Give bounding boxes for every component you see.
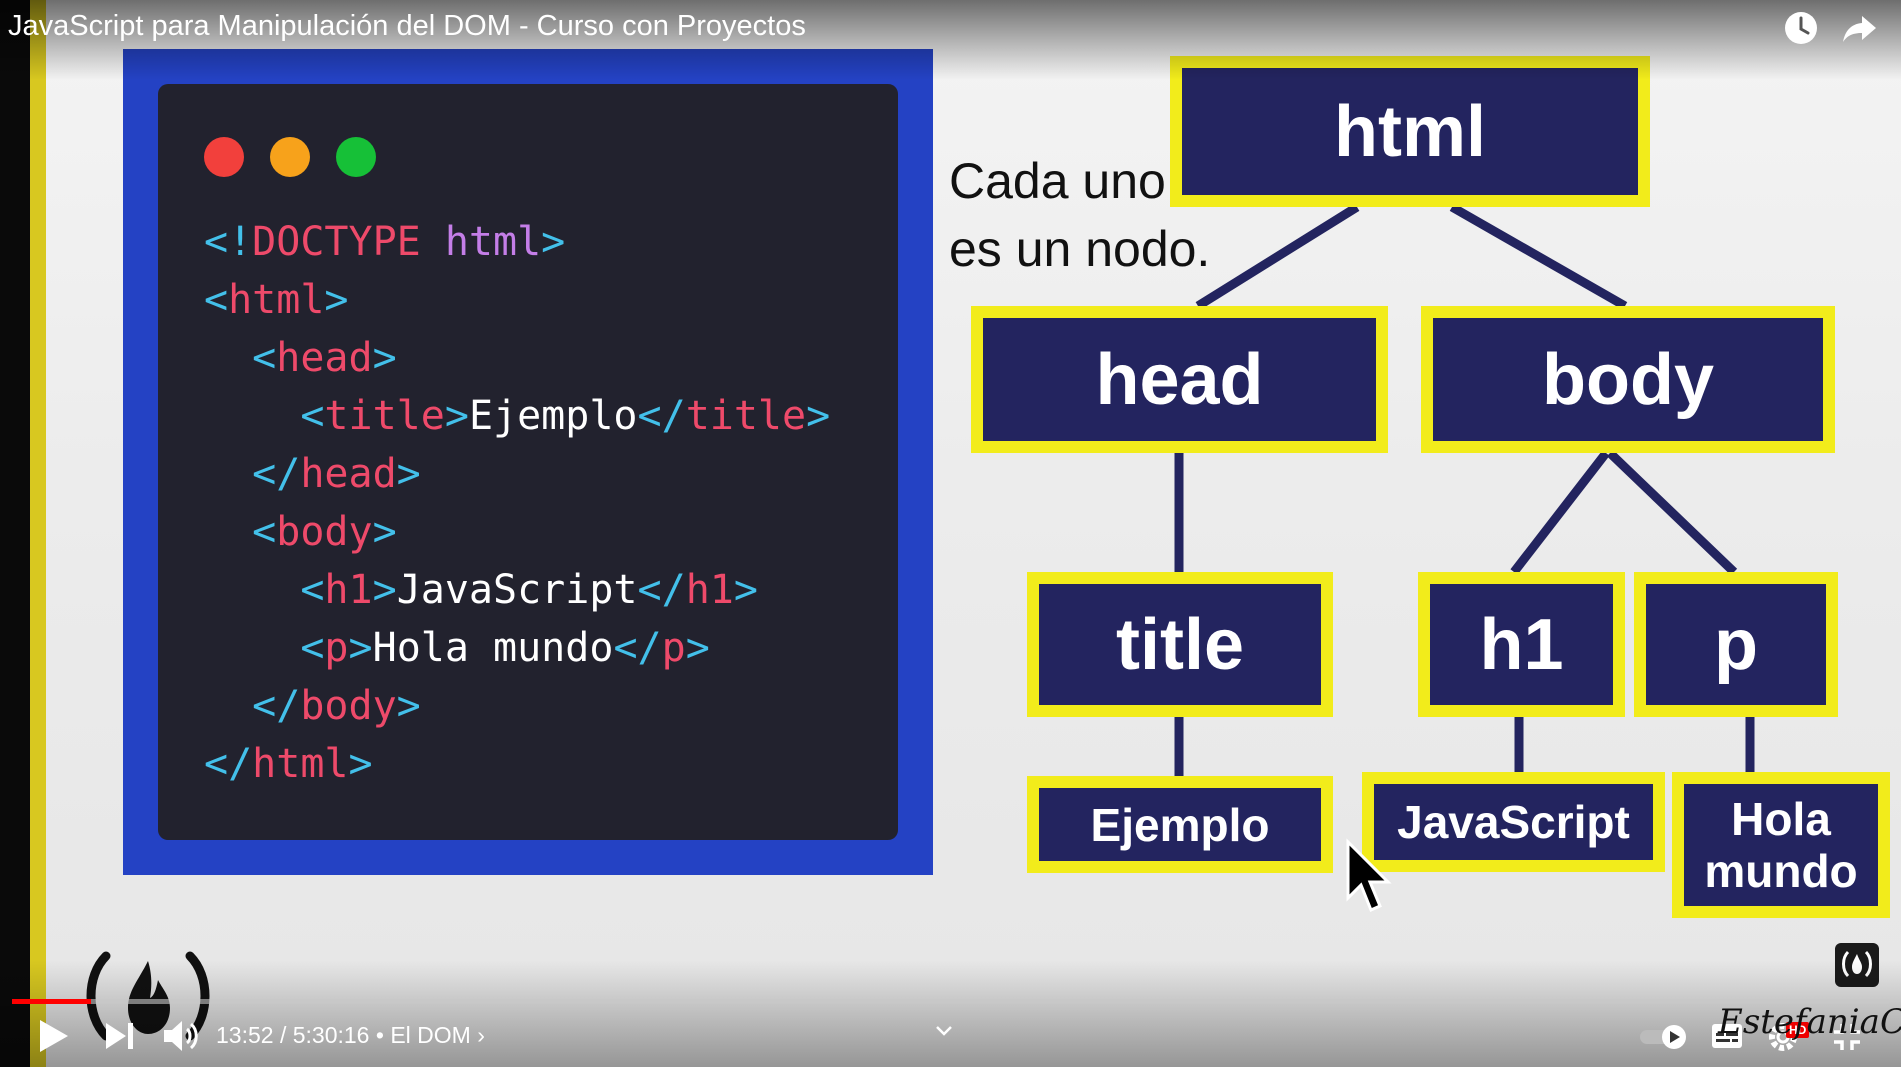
chapter-separator: • xyxy=(375,1022,391,1048)
video-title[interactable]: JavaScript para Manipulación del DOM - C… xyxy=(8,10,806,43)
time-display: 13:52 / 5:30:16 • El DOM › xyxy=(216,1022,485,1049)
autoplay-toggle-icon[interactable] xyxy=(1638,1024,1690,1050)
progress-played xyxy=(12,999,91,1004)
chapter-arrow-icon[interactable]: › xyxy=(477,1022,485,1048)
hola-line-2: mundo xyxy=(1704,845,1858,897)
video-player[interactable]: <!DOCTYPE html> <html> <head> <title>Ejem… xyxy=(0,0,1901,1067)
node-p: p xyxy=(1634,572,1838,717)
share-arrow-icon[interactable] xyxy=(1840,8,1880,48)
node-title: title xyxy=(1027,572,1333,717)
time-separator: / xyxy=(279,1022,293,1048)
node-h1: h1 xyxy=(1418,572,1625,717)
mouse-cursor-icon xyxy=(1346,838,1392,913)
duration: 5:30:16 xyxy=(292,1022,370,1048)
node-text-ejemplo: Ejemplo xyxy=(1027,776,1333,873)
node-body: body xyxy=(1421,306,1835,453)
play-icon[interactable] xyxy=(36,1018,70,1054)
edge-html-head xyxy=(1195,203,1360,310)
chevron-down-icon[interactable] xyxy=(934,1024,954,1038)
clock-icon[interactable] xyxy=(1781,8,1821,48)
caption-line-2: es un nodo. xyxy=(949,221,1211,277)
node-text-javascript: JavaScript xyxy=(1362,772,1665,872)
node-head: head xyxy=(971,306,1388,453)
hola-line-1: Hola xyxy=(1731,793,1831,845)
node-text-hola-mundo: Hola mundo xyxy=(1672,772,1890,918)
controls-overlay xyxy=(0,960,1901,1067)
current-time: 13:52 xyxy=(216,1022,274,1048)
skip-next-icon[interactable] xyxy=(104,1021,136,1051)
chapter-title[interactable]: El DOM xyxy=(390,1022,471,1048)
volume-icon[interactable] xyxy=(162,1019,200,1053)
edge-html-body xyxy=(1449,203,1628,310)
channel-watermark: EstefaniaCN xyxy=(1718,1002,1901,1042)
progress-bar[interactable] xyxy=(12,999,1889,1004)
edge-body-p xyxy=(1606,449,1738,576)
edge-body-h1 xyxy=(1510,450,1610,575)
